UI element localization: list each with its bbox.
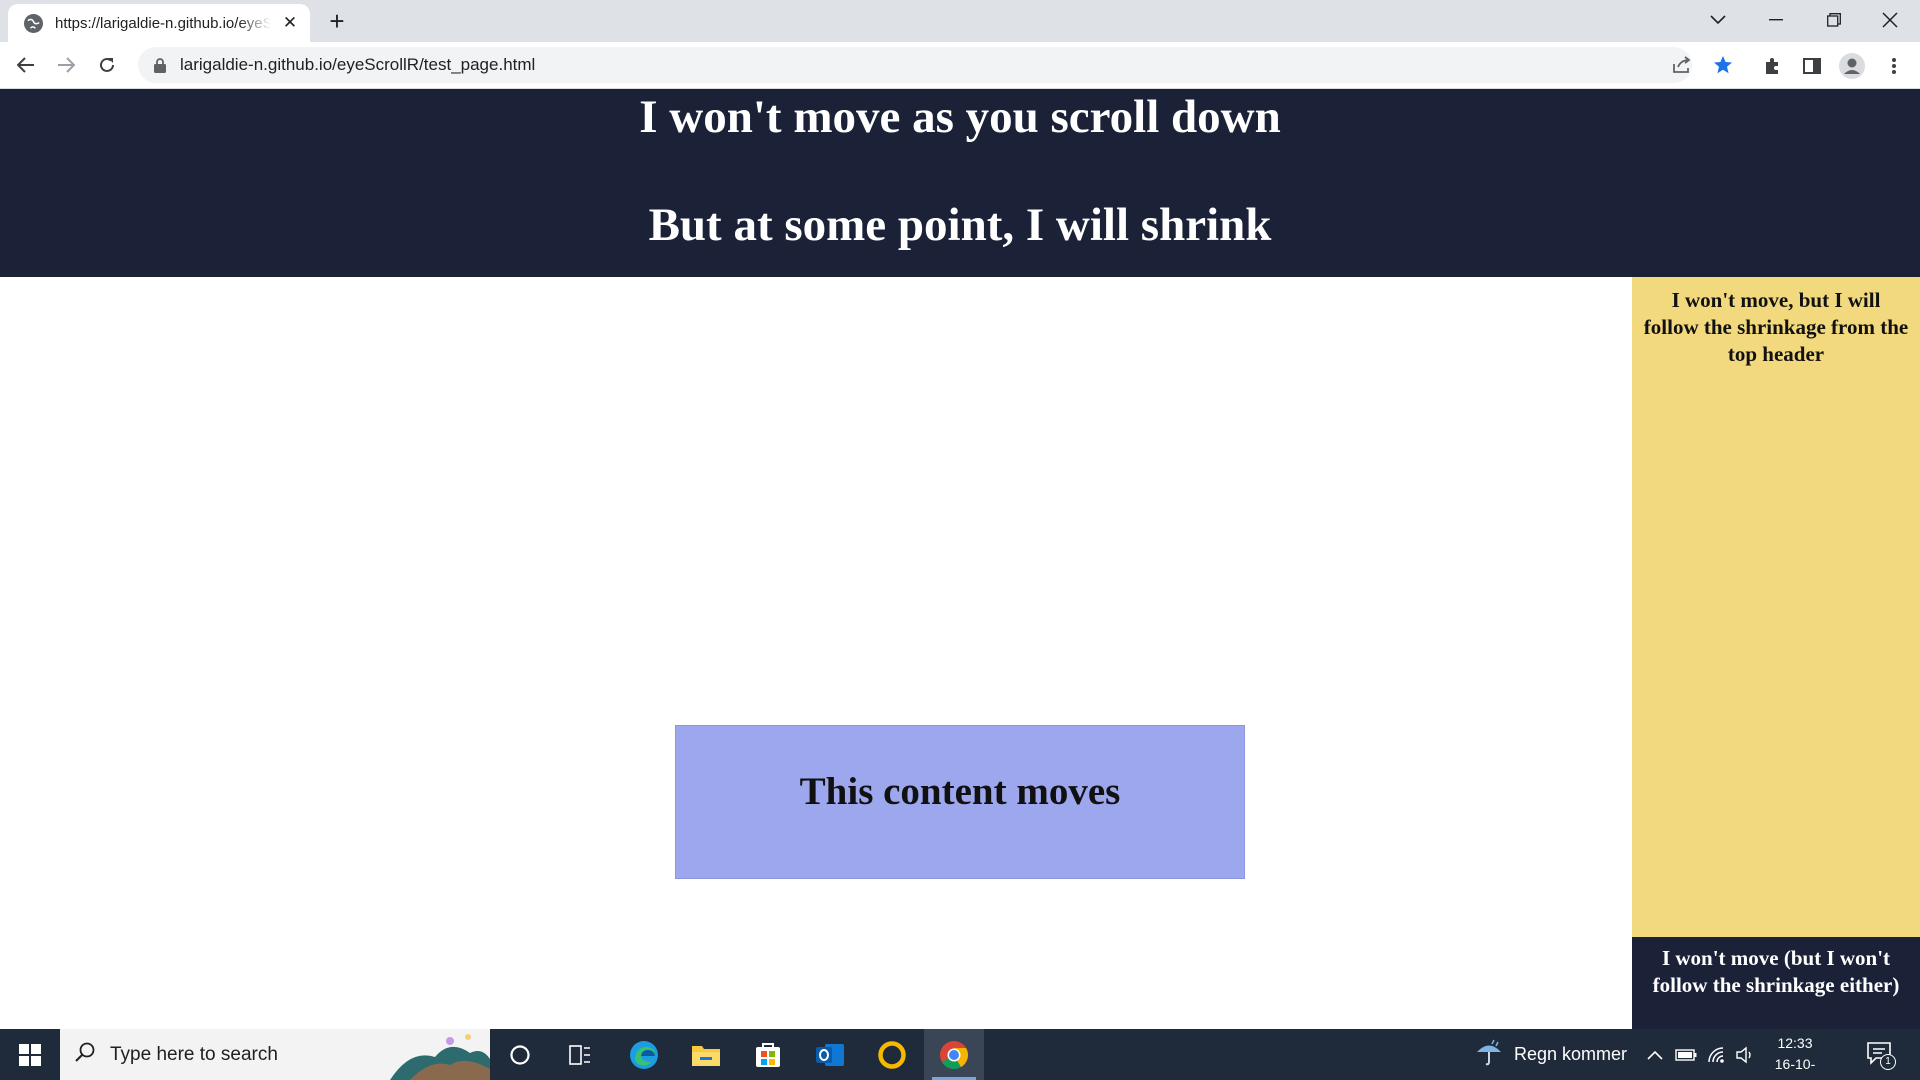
header-line-2: But at some point, I will shrink (648, 199, 1272, 251)
moving-content-box: This content moves (675, 725, 1245, 879)
side-panel-icon[interactable] (1796, 50, 1828, 82)
battery-icon[interactable] (1674, 1043, 1698, 1067)
chevron-up-icon[interactable] (1643, 1043, 1667, 1067)
sidebar-bottom-text: I won't move (but I won't follow the shr… (1652, 946, 1900, 997)
system-clock[interactable]: 12:33 16-10-2022 (1760, 1033, 1830, 1080)
yellow-ring-app-icon[interactable] (862, 1029, 922, 1080)
browser-tab[interactable]: https://larigaldie-n.github.io/eyeScroll… (8, 4, 310, 42)
search-highlight-illustration-icon (390, 1034, 490, 1080)
clock-date: 16-10-2022 (1774, 1056, 1816, 1080)
page-viewport: I won't move as you scroll down But at s… (0, 89, 1920, 1029)
top-header: I won't move as you scroll down But at s… (0, 89, 1920, 277)
taskbar-search-box[interactable]: Type here to search (60, 1029, 490, 1080)
moving-content-text: This content moves (799, 770, 1121, 813)
sidebar-top-text: I won't move, but I will follow the shri… (1643, 288, 1909, 366)
outlook-icon[interactable] (800, 1029, 860, 1080)
file-explorer-icon[interactable] (676, 1029, 736, 1080)
microsoft-store-icon[interactable] (738, 1029, 798, 1080)
umbrella-rain-icon (1474, 1037, 1504, 1072)
search-icon (74, 1041, 96, 1068)
forward-arrow-icon[interactable] (50, 49, 82, 81)
search-placeholder: Type here to search (110, 1043, 278, 1065)
lock-icon[interactable] (152, 57, 168, 73)
weather-text: Regn kommer (1514, 1044, 1628, 1064)
profile-avatar-icon[interactable] (1836, 50, 1868, 82)
address-bar[interactable]: larigaldie-n.github.io/eyeScrollR/test_p… (138, 47, 1692, 83)
minimize-icon[interactable] (1748, 0, 1804, 40)
close-window-icon[interactable] (1862, 0, 1918, 40)
browser-toolbar: larigaldie-n.github.io/eyeScrollR/test_p… (0, 42, 1920, 89)
url-text: larigaldie-n.github.io/eyeScrollR/test_p… (180, 55, 536, 74)
reload-icon[interactable] (91, 49, 123, 81)
wifi-icon[interactable] (1705, 1043, 1729, 1067)
tab-search-chevron-icon[interactable] (1690, 0, 1746, 40)
notification-count-badge: 1 (1880, 1054, 1896, 1070)
cortana-icon[interactable] (490, 1029, 550, 1080)
back-arrow-icon[interactable] (10, 49, 42, 81)
header-line-1: I won't move as you scroll down (639, 91, 1281, 143)
task-view-icon[interactable] (550, 1029, 610, 1080)
new-tab-button[interactable]: + (322, 6, 352, 36)
share-icon[interactable] (1667, 50, 1697, 80)
weather-widget[interactable]: Regn kommer (1474, 1029, 1627, 1080)
extensions-puzzle-icon[interactable] (1756, 50, 1788, 82)
tab-bar: https://larigaldie-n.github.io/eyeScroll… (0, 0, 1920, 42)
sidebar-footer: I won't move (but I won't follow the shr… (1632, 937, 1920, 1029)
edge-icon[interactable] (614, 1029, 674, 1080)
more-menu-icon[interactable] (1878, 50, 1910, 82)
clock-time: 12:33 (1777, 1035, 1813, 1051)
windows-start-icon[interactable] (0, 1029, 60, 1080)
volume-icon[interactable] (1733, 1043, 1757, 1067)
close-tab-icon[interactable]: ✕ (280, 13, 300, 33)
globe-icon (24, 13, 43, 33)
taskbar: Type here to search Regn kommer 12:33 16… (0, 1029, 1920, 1080)
restore-icon[interactable] (1806, 0, 1862, 40)
bookmark-star-icon[interactable] (1708, 50, 1738, 80)
tab-title: https://larigaldie-n.github.io/eyeScroll… (55, 14, 271, 32)
sidebar-panel: I won't move, but I will follow the shri… (1632, 277, 1920, 1026)
chrome-icon[interactable] (924, 1029, 984, 1080)
